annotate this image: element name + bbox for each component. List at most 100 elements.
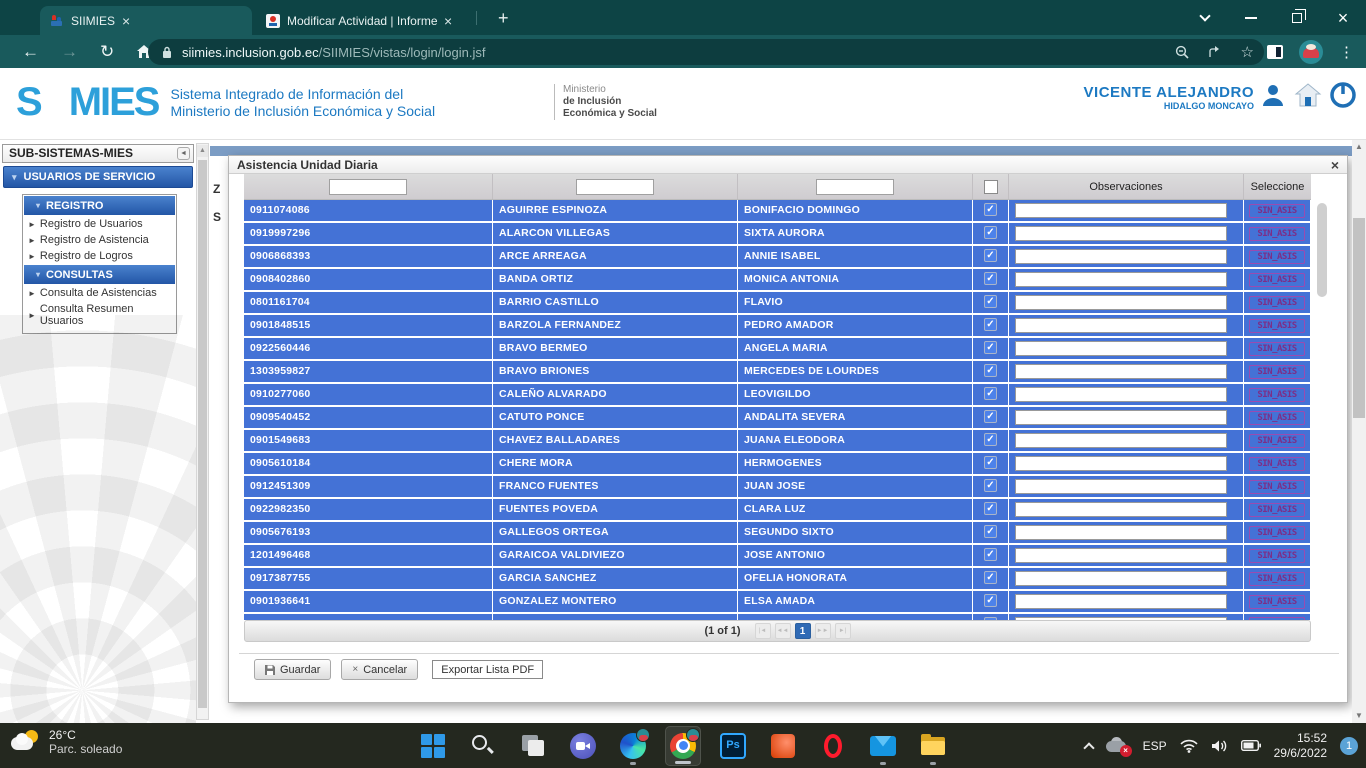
zoom-out-icon[interactable] (1175, 45, 1190, 60)
sidebar-item-registro-usuarios[interactable]: ► Registro de Usuarios (23, 216, 176, 232)
exportar-lista-pdf-button[interactable]: Exportar Lista PDF (432, 660, 543, 679)
scroll-up-icon[interactable]: ▲ (197, 145, 208, 157)
clock[interactable]: 15:52 29/6/2022 (1274, 731, 1327, 761)
cedula-filter-input[interactable] (329, 179, 407, 195)
row-checkbox[interactable]: ✓ (984, 226, 997, 239)
home-shortcut-icon[interactable] (1294, 82, 1322, 108)
row-checkbox[interactable]: ✓ (984, 364, 997, 377)
side-panel-icon[interactable] (1267, 45, 1283, 59)
photoshop-button[interactable]: Ps (715, 726, 751, 766)
sidebar-section-usuarios[interactable]: ▾ USUARIOS DE SERVICIO (3, 166, 193, 188)
logout-power-icon[interactable] (1330, 82, 1356, 108)
sin-asis-button[interactable]: SIN_ASIS (1249, 388, 1305, 402)
row-checkbox[interactable]: ✓ (984, 456, 997, 469)
scroll-up-icon[interactable]: ▲ (1352, 140, 1366, 154)
observaciones-input[interactable] (1015, 456, 1227, 471)
restore-button[interactable] (1274, 0, 1320, 35)
observaciones-input[interactable] (1015, 295, 1227, 310)
row-checkbox[interactable]: ✓ (984, 249, 997, 262)
row-checkbox[interactable]: ✓ (984, 502, 997, 515)
back-icon[interactable]: ← (22, 42, 39, 62)
close-window-button[interactable]: × (1320, 0, 1366, 35)
forward-icon[interactable]: → (61, 42, 78, 62)
sin-asis-button[interactable]: SIN_ASIS (1249, 572, 1305, 586)
observaciones-input[interactable] (1015, 479, 1227, 494)
tab-close-icon[interactable]: × (444, 14, 452, 28)
apellidos-filter-input[interactable] (576, 179, 654, 195)
row-checkbox[interactable]: ✓ (984, 548, 997, 561)
new-tab-button[interactable]: + (498, 8, 509, 29)
sin-asis-button[interactable]: SIN_ASIS (1249, 503, 1305, 517)
row-checkbox[interactable]: ✓ (984, 479, 997, 492)
sin-asis-button[interactable]: SIN_ASIS (1249, 319, 1305, 333)
sin-asis-button[interactable]: SIN_ASIS (1249, 365, 1305, 379)
weather-widget[interactable]: 26°C Parc. soleado (10, 728, 122, 756)
nombres-filter-input[interactable] (816, 179, 894, 195)
battery-icon[interactable] (1241, 740, 1261, 751)
user-profile-icon[interactable] (1260, 82, 1286, 108)
tab-close-icon[interactable]: × (122, 14, 130, 28)
paginator-last-button[interactable]: ►| (835, 623, 851, 639)
row-checkbox[interactable]: ✓ (984, 410, 997, 423)
row-checkbox[interactable]: ✓ (984, 318, 997, 331)
page-scrollbar-thumb[interactable] (1353, 218, 1365, 418)
paginator-prev-button[interactable]: ◄◄ (775, 623, 791, 639)
chrome-button[interactable] (665, 726, 701, 766)
opera-button[interactable] (815, 726, 851, 766)
modal-close-icon[interactable]: × (1331, 158, 1339, 172)
row-checkbox[interactable]: ✓ (984, 203, 997, 216)
observaciones-input[interactable] (1015, 272, 1227, 287)
wifi-icon[interactable] (1180, 739, 1198, 753)
tab-search-chevron-icon[interactable] (1182, 0, 1228, 35)
paginator-page-1-button[interactable]: 1 (795, 623, 811, 639)
sin-asis-button[interactable]: SIN_ASIS (1249, 526, 1305, 540)
tab-modificar-actividad[interactable]: Modificar Actividad | Informes M × (256, 6, 472, 35)
table-scrollbar-thumb[interactable] (1317, 203, 1327, 297)
observaciones-input[interactable] (1015, 364, 1227, 379)
reload-icon[interactable]: ↻ (100, 42, 114, 62)
sin-asis-button[interactable]: SIN_ASIS (1249, 434, 1305, 448)
sin-asis-button[interactable]: SIN_ASIS (1249, 204, 1305, 218)
taskbar-search-button[interactable] (465, 726, 501, 766)
bookmark-star-icon[interactable]: ☆ (1241, 43, 1254, 61)
sidebar-group-consultas[interactable]: ▾ CONSULTAS (24, 265, 175, 284)
observaciones-input[interactable] (1015, 502, 1227, 517)
observaciones-input[interactable] (1015, 548, 1227, 563)
sin-asis-button[interactable]: SIN_ASIS (1249, 480, 1305, 494)
sin-asis-button[interactable]: SIN_ASIS (1249, 273, 1305, 287)
observaciones-input[interactable] (1015, 410, 1227, 425)
sidebar-scrollbar-thumb[interactable] (198, 160, 207, 708)
row-checkbox[interactable]: ✓ (984, 594, 997, 607)
row-checkbox[interactable]: ✓ (984, 433, 997, 446)
chat-button[interactable] (565, 726, 601, 766)
row-checkbox[interactable]: ✓ (984, 525, 997, 538)
sidebar-scrollbar[interactable]: ▲ (196, 143, 209, 720)
observaciones-input[interactable] (1015, 387, 1227, 402)
sin-asis-button[interactable]: SIN_ASIS (1249, 595, 1305, 609)
sidebar-item-registro-logros[interactable]: ► Registro de Logros (23, 248, 176, 264)
observaciones-input[interactable] (1015, 318, 1227, 333)
browser-menu-icon[interactable]: ⋮ (1339, 43, 1354, 61)
sin-asis-button[interactable]: SIN_ASIS (1249, 342, 1305, 356)
paginator-next-button[interactable]: ►► (815, 623, 831, 639)
profile-avatar[interactable] (1299, 40, 1323, 64)
sin-asis-button[interactable]: SIN_ASIS (1249, 457, 1305, 471)
sin-asis-button[interactable]: SIN_ASIS (1249, 227, 1305, 241)
start-button[interactable] (415, 726, 451, 766)
row-checkbox[interactable]: ✓ (984, 295, 997, 308)
sin-asis-button[interactable]: SIN_ASIS (1249, 411, 1305, 425)
sidebar-item-consulta-asistencias[interactable]: ► Consulta de Asistencias (23, 285, 176, 301)
notification-badge[interactable]: 1 (1340, 737, 1358, 755)
observaciones-input[interactable] (1015, 433, 1227, 448)
row-checkbox[interactable]: ✓ (984, 571, 997, 584)
row-checkbox[interactable]: ✓ (984, 341, 997, 354)
sidebar-collapse-icon[interactable]: ◄ (177, 147, 190, 160)
observaciones-input[interactable] (1015, 525, 1227, 540)
file-explorer-button[interactable] (915, 726, 951, 766)
sin-asis-button[interactable]: SIN_ASIS (1249, 549, 1305, 563)
share-icon[interactable] (1208, 45, 1223, 59)
observaciones-input[interactable] (1015, 226, 1227, 241)
sidebar-group-registro[interactable]: ▾ REGISTRO (24, 196, 175, 215)
sin-asis-button[interactable]: SIN_ASIS (1249, 250, 1305, 264)
page-scrollbar[interactable]: ▲ ▼ (1352, 140, 1366, 723)
